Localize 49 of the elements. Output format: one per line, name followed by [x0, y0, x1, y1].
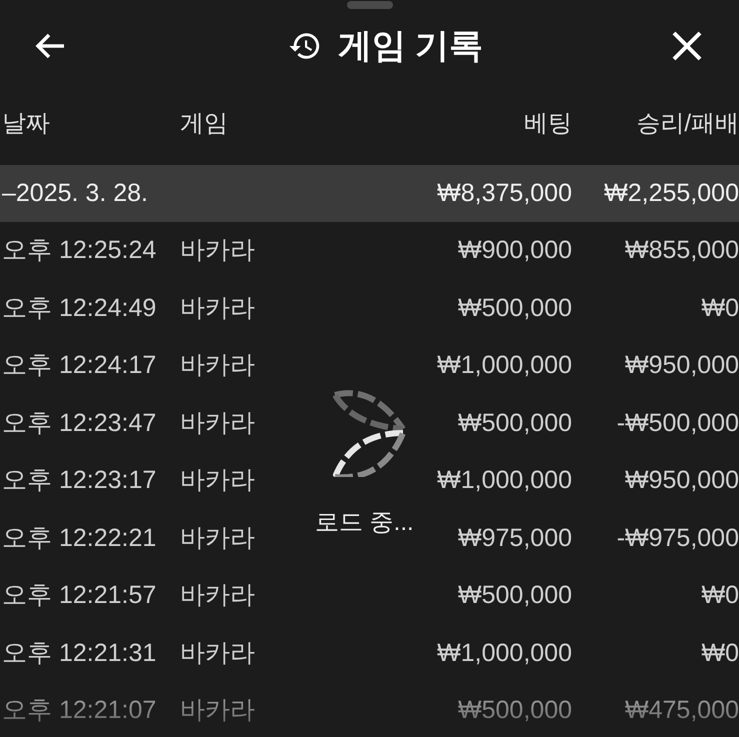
back-arrow-icon [34, 32, 66, 60]
table-cell: ₩0 [702, 294, 739, 322]
table-cell: 바카라 [180, 294, 255, 322]
table-cell: ₩500,000 [458, 294, 572, 322]
table-cell: ₩1,000,000 [437, 466, 572, 494]
table-cell: 바카라 [180, 351, 255, 379]
table-cell: ₩855,000 [625, 236, 739, 264]
table-cell: 바카라 [180, 581, 255, 609]
window-title: 게임 기록 [338, 26, 484, 66]
table-cell: 오후 12:25:24 [2, 236, 156, 264]
column-header: 날짜 [1, 110, 50, 137]
table-cell: -₩975,000 [616, 524, 739, 552]
loading-label: 로드 중... [315, 508, 414, 538]
table-cell: 바카라 [180, 524, 255, 552]
table-cell: 오후 12:23:17 [2, 466, 156, 494]
table-cell: ₩1,000,000 [437, 638, 572, 666]
table-cell: 바카라 [180, 408, 255, 436]
table-cell: ₩1,000,000 [437, 351, 572, 379]
date-group-row[interactable]: –2025. 3. 28. ₩8,375,000 ₩2,255,000 [0, 165, 739, 222]
table-cell: ₩0 [702, 638, 739, 666]
table-cell: 바카라 [180, 236, 255, 264]
table-cell: 바카라 [180, 638, 255, 666]
table-cell: -₩500,000 [616, 408, 739, 436]
drag-handle[interactable] [346, 1, 392, 9]
table-cell: ₩475,000 [625, 696, 739, 724]
table-cell: 오후 12:23:47 [2, 408, 156, 436]
table-cell: ₩0 [702, 581, 739, 609]
close-icon [670, 30, 703, 62]
table-cell: 오후 12:24:49 [2, 294, 156, 322]
table-cell: 오후 12:22:21 [2, 524, 156, 552]
table-cell: 오후 12:21:07 [2, 696, 156, 724]
table-cell: ₩8,375,000 [437, 178, 572, 207]
column-header: 승리/패배 [636, 110, 739, 137]
table-cell: ₩500,000 [458, 696, 572, 724]
table-cell: ₩950,000 [625, 466, 739, 494]
table-cell: ₩975,000 [458, 524, 572, 552]
table-cell: ₩500,000 [458, 581, 572, 609]
column-header: 베팅 [524, 110, 572, 137]
date-group-label: –2025. 3. 28. [2, 178, 148, 207]
table-cell: 오후 12:21:57 [2, 581, 156, 609]
table-cell: 바카라 [180, 696, 255, 724]
table-cell: ₩500,000 [458, 408, 572, 436]
table-cell: ₩900,000 [458, 236, 572, 264]
column-header: 게임 [180, 110, 228, 137]
table-cell: ₩950,000 [625, 351, 739, 379]
table-cell: 오후 12:24:17 [2, 351, 156, 379]
table-cell: ₩2,255,000 [604, 178, 739, 207]
table-cell: 바카라 [180, 466, 255, 494]
table-cell: 오후 12:21:31 [2, 638, 156, 666]
